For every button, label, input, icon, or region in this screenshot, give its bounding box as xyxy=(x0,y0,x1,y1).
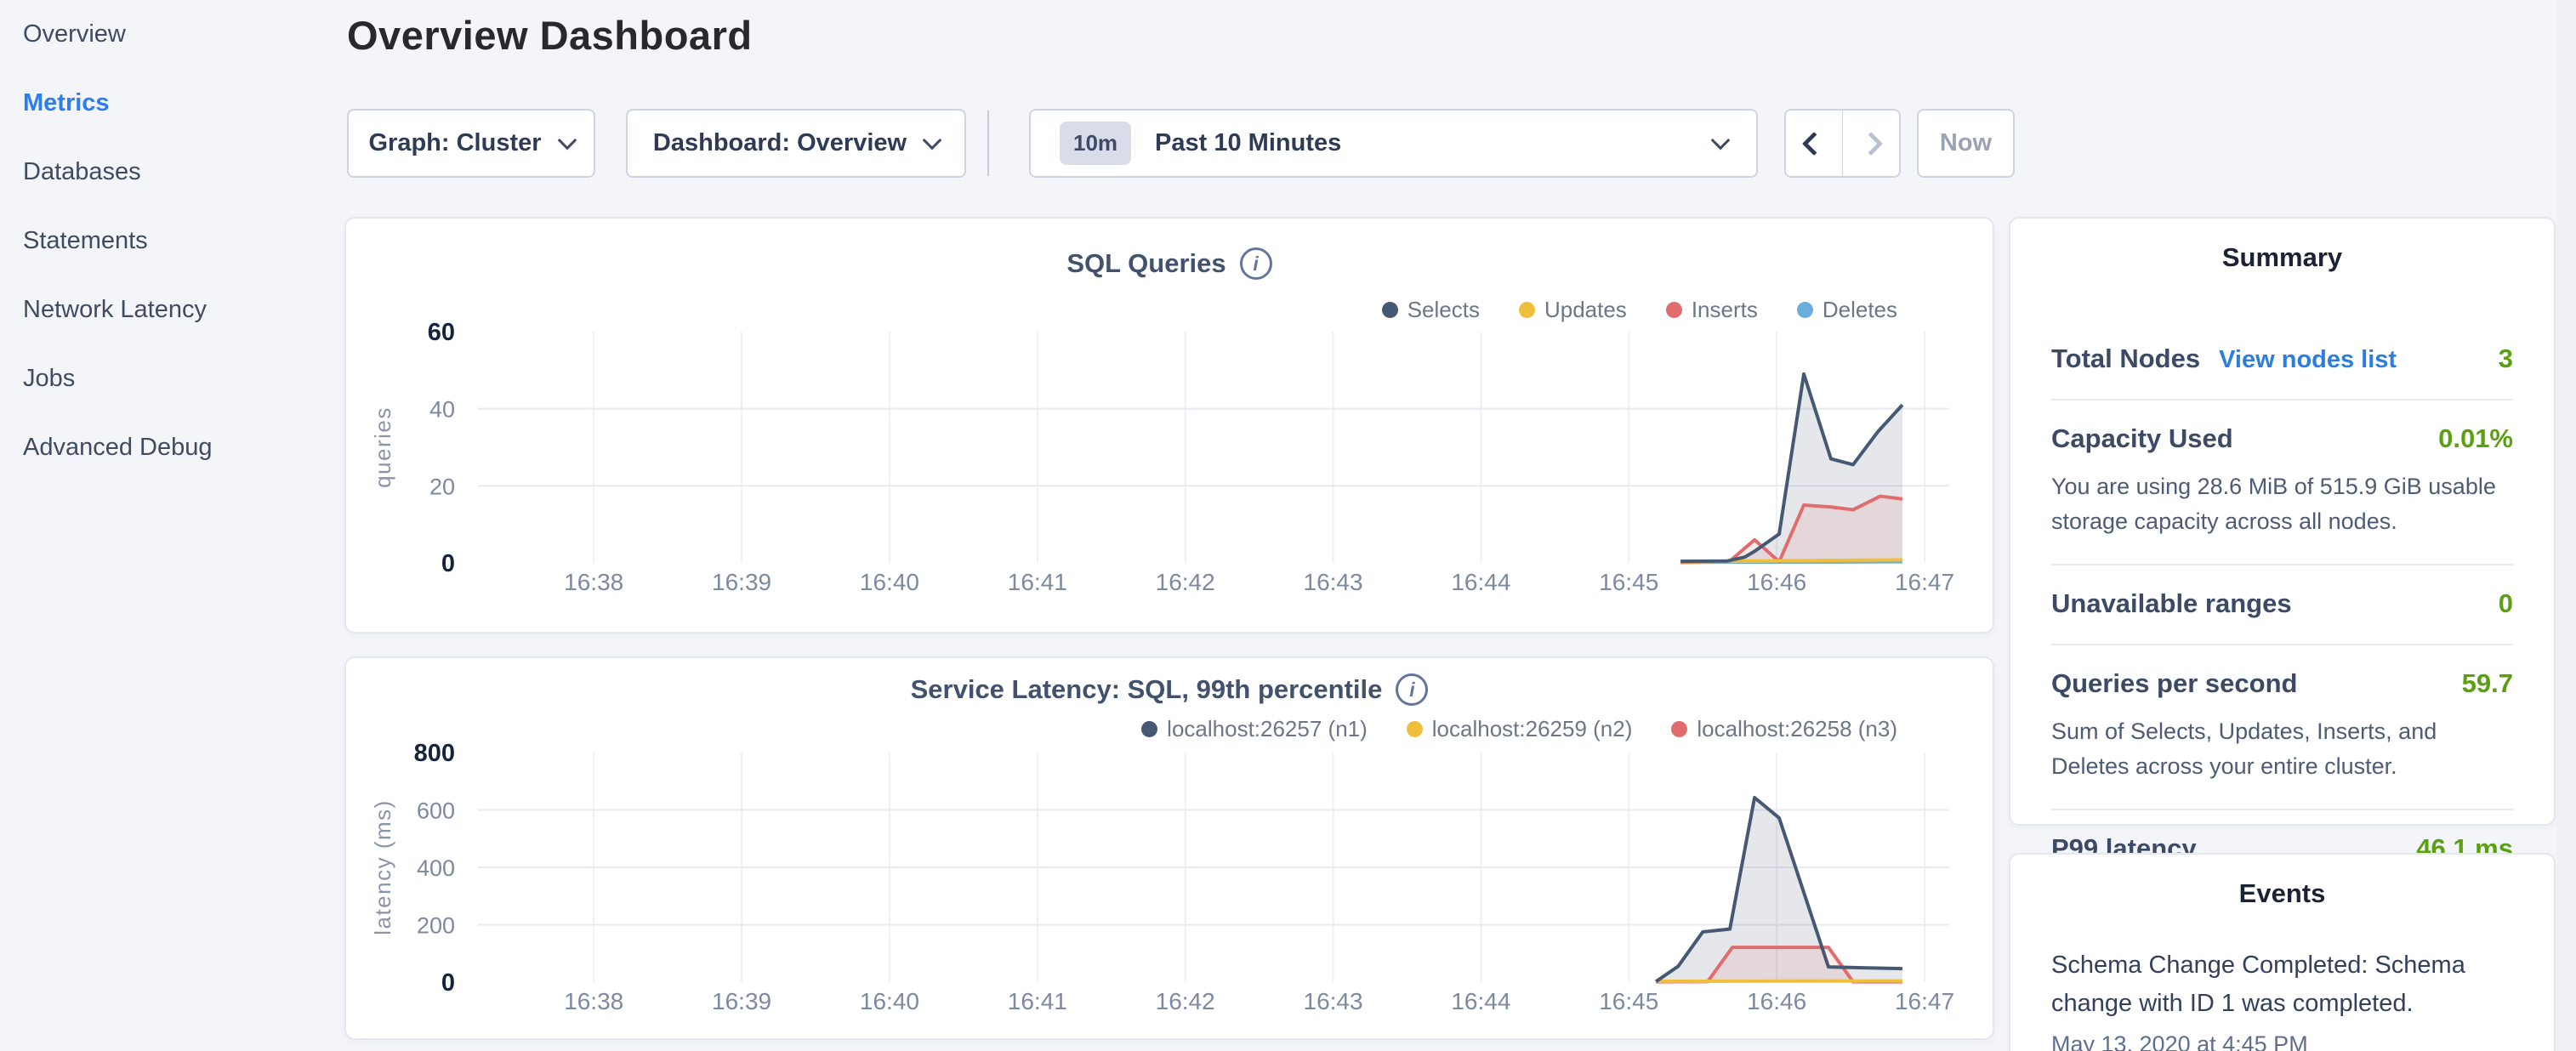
svg-text:16:38: 16:38 xyxy=(564,988,623,1014)
svg-text:16:45: 16:45 xyxy=(1599,988,1658,1014)
graph-scope-dropdown[interactable]: Graph: Cluster xyxy=(347,109,595,178)
svg-text:16:47: 16:47 xyxy=(1895,988,1954,1014)
events-panel: Events Schema Change Completed: Schema c… xyxy=(2009,853,2556,1051)
chevron-down-icon xyxy=(923,130,942,150)
svg-text:40: 40 xyxy=(429,397,455,423)
svg-text:16:47: 16:47 xyxy=(1895,569,1954,595)
svg-text:queries: queries xyxy=(370,406,395,488)
svg-text:latency (ms): latency (ms) xyxy=(370,799,395,935)
svg-text:16:43: 16:43 xyxy=(1304,988,1363,1014)
svg-text:60: 60 xyxy=(428,319,455,346)
svg-text:600: 600 xyxy=(417,798,455,824)
summary-row: Unavailable ranges 0 xyxy=(2051,565,2513,645)
sidebar-item-jobs[interactable]: Jobs xyxy=(23,360,75,397)
summary-row-value: 0 xyxy=(2499,588,2513,619)
event-timestamp: May 13, 2020 at 4:45 PM xyxy=(2051,1031,2513,1051)
time-prev-button[interactable] xyxy=(1786,111,1842,176)
page-title: Overview Dashboard xyxy=(347,12,753,59)
svg-text:16:45: 16:45 xyxy=(1599,569,1658,595)
summary-row-label: Capacity Used xyxy=(2051,423,2233,454)
svg-text:16:46: 16:46 xyxy=(1747,569,1806,595)
sidebar-item-overview[interactable]: Overview xyxy=(23,15,126,53)
sidebar-item-metrics[interactable]: Metrics xyxy=(23,84,110,122)
graph-scope-label: Graph: Cluster xyxy=(368,129,541,157)
svg-text:16:40: 16:40 xyxy=(860,569,919,595)
events-title: Events xyxy=(2051,878,2513,909)
svg-text:16:39: 16:39 xyxy=(712,569,771,595)
svg-text:16:44: 16:44 xyxy=(1451,569,1510,595)
svg-text:0: 0 xyxy=(441,550,455,577)
chevron-down-icon xyxy=(1711,130,1731,150)
dashboard-dropdown[interactable]: Dashboard: Overview xyxy=(626,109,966,178)
toolbar-divider xyxy=(987,111,989,176)
sidebar-item-statements[interactable]: Statements xyxy=(23,222,148,259)
now-button[interactable]: Now xyxy=(1917,109,2015,178)
summary-row-description: You are using 28.6 MiB of 515.9 GiB usab… xyxy=(2051,469,2513,539)
svg-text:200: 200 xyxy=(417,913,455,939)
svg-text:16:46: 16:46 xyxy=(1747,988,1806,1014)
time-range-badge: 10m xyxy=(1060,122,1131,165)
svg-text:16:42: 16:42 xyxy=(1156,569,1215,595)
summary-row: Capacity Used 0.01% You are using 28.6 MiB… xyxy=(2051,401,2513,565)
svg-text:16:44: 16:44 xyxy=(1451,988,1510,1014)
event-item: Schema Change Completed: Schema change w… xyxy=(2051,946,2513,1051)
svg-text:800: 800 xyxy=(414,740,455,767)
svg-text:16:41: 16:41 xyxy=(1008,988,1067,1014)
time-next-button[interactable] xyxy=(1843,111,1899,176)
svg-text:16:41: 16:41 xyxy=(1008,569,1067,595)
summary-row-value: 59.7 xyxy=(2462,668,2513,699)
scrollbar[interactable] xyxy=(2557,0,2576,1051)
sql-queries-plot[interactable]: 0 20 40 60 16:38 16:39 16:40 16:41 16:42 16:43 16:… xyxy=(346,219,1996,635)
svg-text:0: 0 xyxy=(441,969,455,997)
sidebar: Overview Metrics Databases Statements Networ… xyxy=(0,0,344,1051)
summary-row-label: Unavailable ranges xyxy=(2051,588,2292,619)
service-latency-chart-card: Service Latency: SQL, 99th percentile i … xyxy=(344,656,1994,1040)
summary-row-value: 3 xyxy=(2499,344,2513,374)
summary-row: Queries per second 59.7 Sum of Selects, Up… xyxy=(2051,645,2513,810)
dashboard-label: Dashboard: Overview xyxy=(653,129,907,157)
time-range-dropdown[interactable]: 10m Past 10 Minutes xyxy=(1029,109,1758,178)
chevron-right-icon xyxy=(1859,131,1883,155)
chevron-down-icon xyxy=(557,130,577,150)
summary-panel: Summary Total Nodes View nodes list 3 Capac… xyxy=(2009,217,2556,826)
view-nodes-list-link[interactable]: View nodes list xyxy=(2219,346,2397,374)
summary-row-value: 0.01% xyxy=(2438,423,2513,454)
summary-row: Total Nodes View nodes list 3 xyxy=(2051,321,2513,401)
svg-text:16:38: 16:38 xyxy=(564,569,623,595)
summary-row-label: Queries per second xyxy=(2051,668,2297,699)
svg-text:16:40: 16:40 xyxy=(860,988,919,1014)
service-latency-plot[interactable]: 0 200 400 600 800 16:38 16:39 16:40 16:41 16:42 16… xyxy=(346,658,1996,1042)
time-range-label: Past 10 Minutes xyxy=(1155,129,1341,157)
summary-title: Summary xyxy=(2051,242,2513,273)
sidebar-item-advanced-debug[interactable]: Advanced Debug xyxy=(23,429,213,466)
svg-text:16:39: 16:39 xyxy=(712,988,771,1014)
sidebar-item-network-latency[interactable]: Network Latency xyxy=(23,291,207,328)
chevron-left-icon xyxy=(1802,131,1826,155)
now-label: Now xyxy=(1940,129,1992,157)
sql-queries-chart-card: SQL Queries i SelectsUpdatesInsertsDelet… xyxy=(344,217,1994,633)
summary-row-label: Total Nodes xyxy=(2051,344,2200,374)
summary-row-description: Sum of Selects, Updates, Inserts, and De… xyxy=(2051,714,2513,784)
svg-text:16:43: 16:43 xyxy=(1304,569,1363,595)
svg-text:16:42: 16:42 xyxy=(1156,988,1215,1014)
svg-text:400: 400 xyxy=(417,855,455,881)
svg-text:20: 20 xyxy=(429,474,455,499)
sidebar-item-databases[interactable]: Databases xyxy=(23,153,141,190)
time-window-nav xyxy=(1784,109,1901,178)
event-text: Schema Change Completed: Schema change w… xyxy=(2051,946,2513,1023)
